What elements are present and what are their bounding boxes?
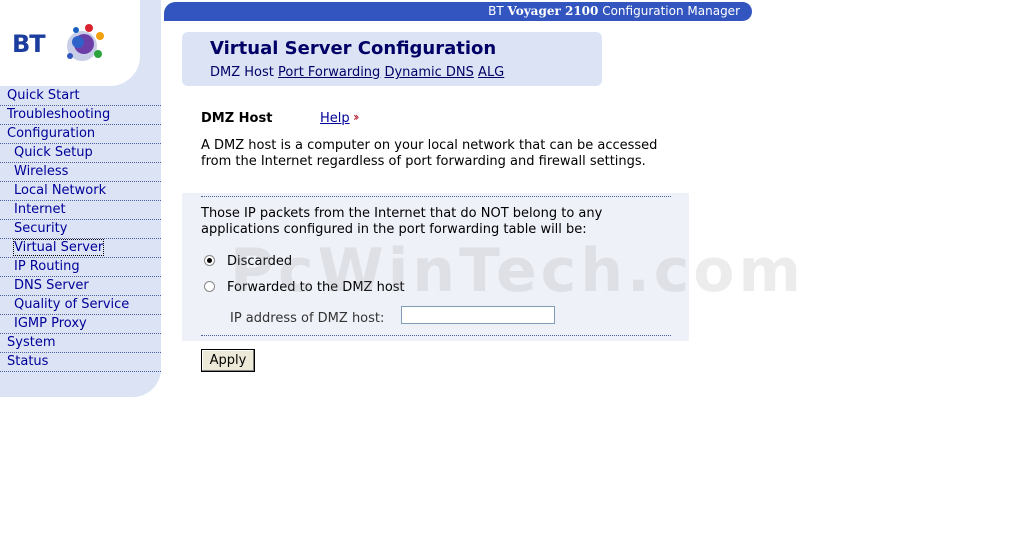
option-discarded[interactable]: Discarded [204,254,292,270]
logo-area: BT [0,0,140,86]
dmz-ip-input[interactable] [401,306,555,324]
divider [201,335,671,336]
sidebar-item-label: Status [7,354,49,369]
option-forwarded[interactable]: Forwarded to the DMZ host [204,280,405,296]
sidebar-item-configuration[interactable]: Configuration [0,125,161,144]
apply-button[interactable]: Apply [201,349,255,372]
sidebar-item-igmp-proxy[interactable]: IGMP Proxy [0,315,161,334]
sidebar-item-label: IGMP Proxy [14,316,87,331]
sidebar-item-troubleshooting[interactable]: Troubleshooting [0,106,161,125]
sidebar-item-label: System [7,335,56,350]
sidebar-item-quick-setup[interactable]: Quick Setup [0,144,161,163]
tab-dynamic-dns[interactable]: Dynamic DNS [384,65,473,80]
forwarded-radio[interactable] [204,281,215,292]
sidebar-nav: Quick Start Troubleshooting Configuration Q… [0,87,161,372]
sidebar-item-system[interactable]: System [0,334,161,353]
sidebar-item-status[interactable]: Status [0,353,161,372]
sidebar-item-label: Troubleshooting [7,107,111,122]
discarded-radio[interactable] [204,255,215,266]
page-title: Virtual Server Configuration [210,38,497,59]
title-suffix: Configuration Manager [598,4,740,18]
sidebar-item-quick-start[interactable]: Quick Start [0,87,161,106]
bt-logo-text: BT [12,30,46,58]
double-chevron-right-icon: ›› [353,110,359,124]
dmz-options-panel: Those IP packets from the Internet that … [182,193,689,341]
sidebar-item-internet[interactable]: Internet [0,201,161,220]
sidebar-item-virtual-server[interactable]: Virtual Server [0,239,161,258]
sidebar-item-label: Internet [14,202,66,217]
sidebar-item-label: Virtual Server [12,239,105,256]
bt-globe-icon [67,24,104,61]
discarded-label: Discarded [227,254,293,269]
tab-port-forwarding[interactable]: Port Forwarding [278,65,380,80]
title-prefix: BT [488,4,508,18]
sidebar: BT Quick Start Troubleshooting Configurati… [0,0,161,397]
sidebar-item-label: DNS Server [14,278,89,293]
sidebar-item-quality-of-service[interactable]: Quality of Service [0,296,161,315]
sidebar-item-label: Local Network [14,183,107,198]
sidebar-item-security[interactable]: Security [0,220,161,239]
sidebar-item-label: Quick Start [7,88,80,103]
sidebar-item-label: Wireless [14,164,69,179]
divider [201,196,671,197]
sidebar-item-local-network[interactable]: Local Network [0,182,161,201]
section-title: DMZ Host [201,111,273,126]
sidebar-item-label: Quick Setup [14,145,93,160]
app-title-bar: BT Voyager 2100 Configuration Manager [164,2,752,21]
sidebar-item-label: Configuration [7,126,96,141]
tab-alg[interactable]: ALG [478,65,504,80]
sidebar-item-ip-routing[interactable]: IP Routing [0,258,161,277]
page-header: Virtual Server Configuration DMZ Host Po… [182,32,602,86]
forwarded-label: Forwarded to the DMZ host [227,280,405,295]
sidebar-item-label: Quality of Service [14,297,130,312]
sidebar-item-label: Security [14,221,68,236]
options-intro: Those IP packets from the Internet that … [201,206,603,237]
help-link[interactable]: Help [320,111,350,126]
ip-address-label: IP address of DMZ host: [230,311,385,326]
sidebar-item-dns-server[interactable]: DNS Server [0,277,161,296]
title-product: Voyager 2100 [507,4,599,18]
sub-tabs: DMZ Host Port Forwarding Dynamic DNS ALG [210,65,504,80]
tab-dmz-host[interactable]: DMZ Host [210,65,274,80]
sidebar-item-wireless[interactable]: Wireless [0,163,161,182]
section-description: A DMZ host is a computer on your local n… [201,138,658,169]
sidebar-item-label: IP Routing [14,259,80,274]
